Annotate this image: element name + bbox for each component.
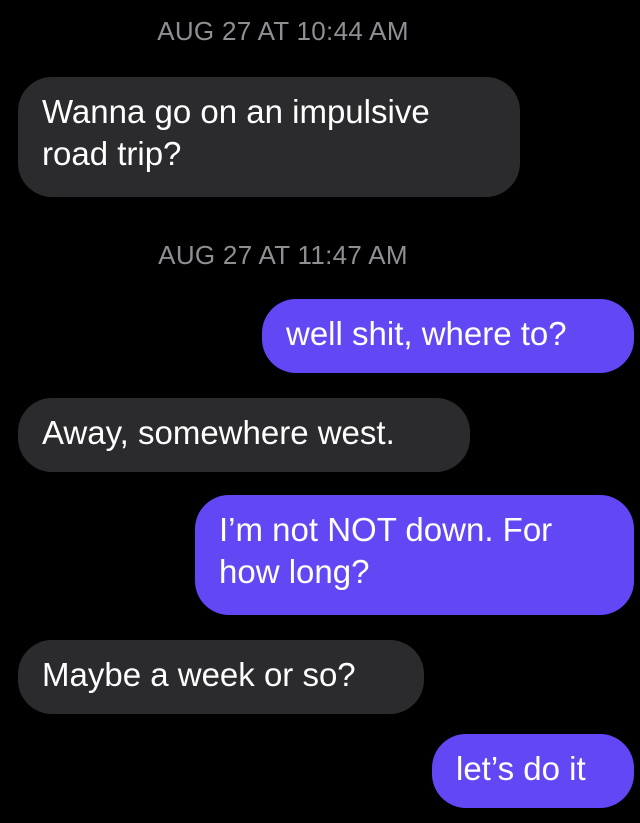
incoming-message-bubble[interactable]: Maybe a week or so?	[18, 640, 424, 714]
outgoing-message-bubble[interactable]: let’s do it	[432, 734, 634, 808]
message-text: Maybe a week or so?	[42, 656, 356, 693]
message-text: let’s do it	[456, 750, 586, 787]
timestamp: AUG 27 AT 10:44 AM	[157, 16, 409, 46]
outgoing-message-bubble[interactable]: I’m not NOT down. For how long?	[195, 495, 634, 615]
incoming-message-bubble[interactable]: Wanna go on an impulsive road trip?	[18, 77, 520, 197]
message-text: Wanna go on an impulsive road trip?	[42, 93, 430, 172]
incoming-message-bubble[interactable]: Away, somewhere west.	[18, 398, 470, 472]
timestamp: AUG 27 AT 11:47 AM	[158, 240, 408, 270]
message-text: I’m not NOT down. For how long?	[219, 511, 553, 590]
message-text: well shit, where to?	[286, 315, 567, 352]
outgoing-message-bubble[interactable]: well shit, where to?	[262, 299, 634, 373]
message-text: Away, somewhere west.	[42, 414, 395, 451]
